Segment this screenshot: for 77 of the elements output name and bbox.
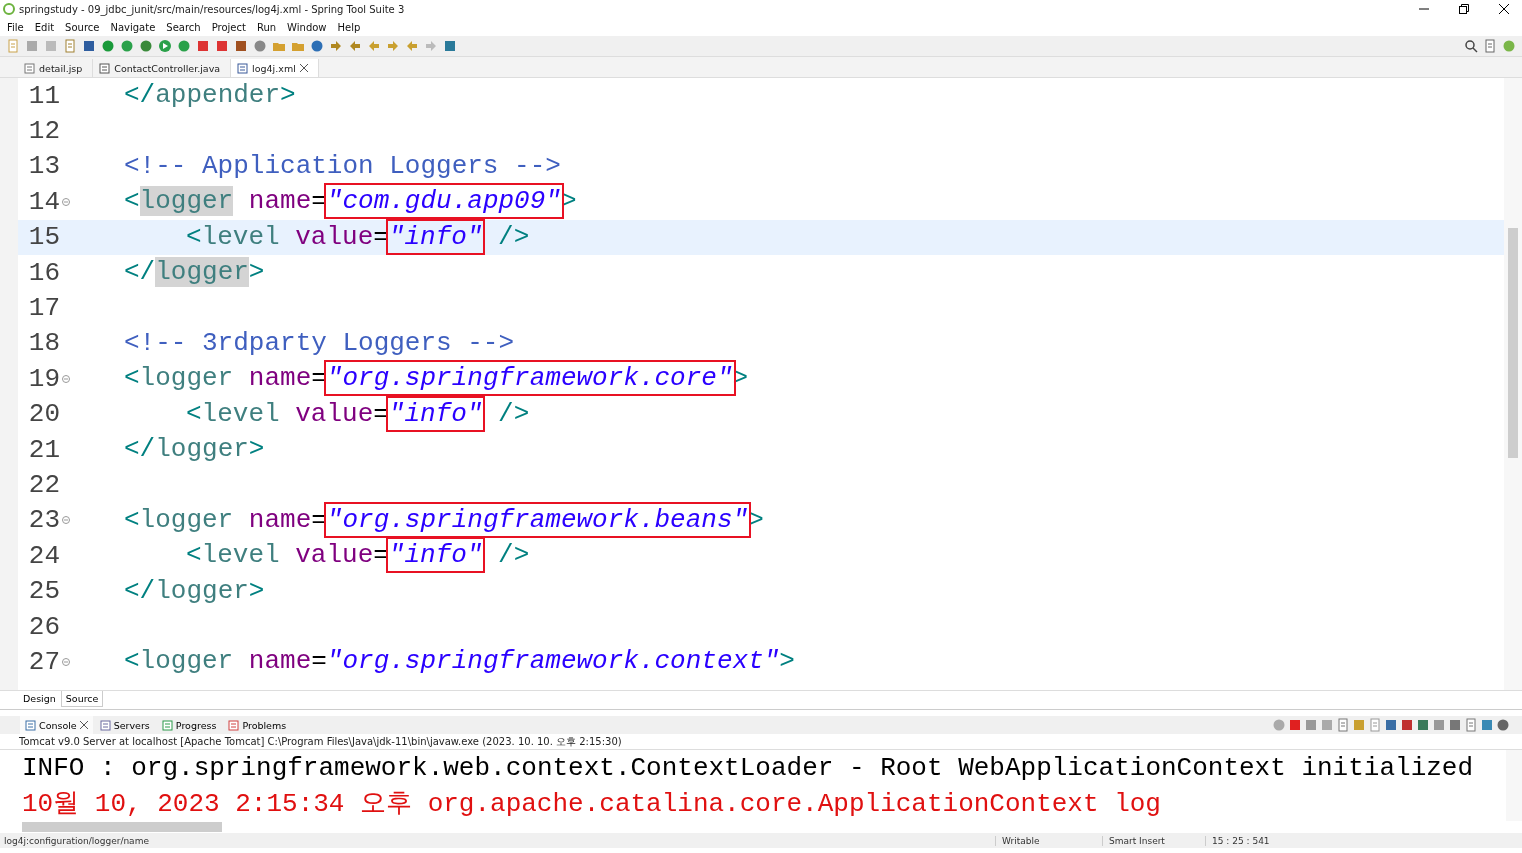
line-number: 22: [27, 470, 60, 500]
fold-icon[interactable]: [62, 197, 70, 206]
save-icon[interactable]: [25, 39, 39, 53]
code-line: </logger>: [123, 256, 266, 290]
process-label: Tomcat v9.0 Server at localhost [Apache Tomcat] C:\Program Files\Java\jdk-11\bin\javaw.exe (2023. 10. 10. 오후 2:15:30): [0, 734, 1522, 750]
console-line: 10월 10, 2023 2:15:34 오후 org.apache.catalina.core.ApplicationContext log: [22, 788, 1162, 821]
arrow-right-icon[interactable]: [424, 39, 438, 53]
view-tab[interactable]: Source: [60, 691, 104, 707]
code-line: </logger>: [123, 574, 266, 608]
stop-icon[interactable]: [196, 39, 210, 53]
status-mode: Writable: [995, 835, 1102, 846]
close-icon[interactable]: [79, 721, 88, 729]
window-title: springstudy - 09_jdbc_junit/src/main/resources/log4j.xml - Spring Tool Suite 3: [19, 3, 406, 15]
console-tab[interactable]: Servers: [94, 716, 155, 734]
search-icon[interactable]: [1464, 39, 1478, 53]
console-tab[interactable]: Problems: [223, 716, 292, 734]
code-line: <!-- Application Loggers -->: [123, 149, 562, 183]
menu-item[interactable]: Search: [161, 21, 206, 33]
close-icon: [1499, 4, 1509, 14]
console-line: INFO : org.springframework.web.context.ContextLoader - Root WebApplicationContext initialized: [22, 752, 1475, 785]
line-number: 14: [27, 186, 60, 217]
line-number: 11: [27, 80, 60, 111]
run-icon[interactable]: [158, 39, 172, 53]
scrollbar[interactable]: [22, 822, 222, 832]
line-number: 25: [27, 576, 60, 607]
status-position: 15 : 25 : 541: [1205, 835, 1302, 846]
scrollbar[interactable]: [1506, 750, 1522, 821]
menu-item[interactable]: Help: [332, 21, 366, 33]
line-number: 17: [27, 293, 60, 324]
code-line: <logger name="org.springframework.context">: [123, 645, 796, 679]
status-insert: Smart Insert: [1102, 835, 1205, 846]
problems-icon: [228, 719, 240, 731]
code-line: </logger>: [123, 433, 266, 467]
back-icon[interactable]: [367, 39, 381, 53]
code-line: </appender>: [123, 79, 297, 113]
line-number: 12: [27, 116, 60, 147]
xml-file-icon: [237, 62, 249, 74]
status-path: log4j:configuration/logger/name: [4, 835, 150, 846]
new-file-icon[interactable]: [6, 39, 20, 53]
menu-item[interactable]: Run: [251, 21, 282, 33]
line-number: 15: [27, 222, 60, 253]
line-number: 20: [27, 399, 60, 430]
menu-item[interactable]: Edit: [29, 21, 60, 33]
line-number: 21: [27, 434, 60, 465]
menu-item[interactable]: Window: [282, 21, 332, 33]
save-all-icon[interactable]: [44, 39, 58, 53]
close-icon[interactable]: [299, 64, 308, 72]
view-tab[interactable]: Design: [18, 691, 61, 707]
fold-icon[interactable]: [62, 374, 70, 383]
line-number: 18: [27, 328, 60, 359]
console-icon: [25, 719, 36, 731]
editor-tab[interactable]: detail.jsp: [18, 59, 94, 77]
fold-icon[interactable]: [62, 516, 70, 525]
stop-icon[interactable]: [1288, 718, 1302, 732]
fold-icon[interactable]: [62, 657, 70, 666]
line-number: 24: [27, 540, 60, 571]
line-number: 19: [27, 363, 60, 394]
servers-icon: [99, 719, 111, 731]
restore-icon: [1459, 4, 1469, 14]
forward-icon[interactable]: [386, 39, 400, 53]
editor-tab[interactable]: log4j.xml: [231, 59, 319, 77]
menu-item[interactable]: Navigate: [105, 21, 161, 33]
progress-icon: [161, 719, 173, 731]
console-tab[interactable]: Console: [20, 716, 93, 734]
line-number: 26: [27, 611, 60, 642]
line-number: 27: [27, 646, 60, 677]
menu-item[interactable]: Source: [60, 21, 105, 33]
line-number: 13: [27, 151, 60, 182]
console-tab[interactable]: Progress: [156, 716, 222, 734]
line-number: 16: [27, 257, 60, 288]
line-number: 23: [27, 505, 60, 536]
arrow-left-icon[interactable]: [405, 39, 419, 53]
scrollbar[interactable]: [1504, 78, 1522, 690]
menu-item[interactable]: Project: [206, 21, 251, 33]
menu-item[interactable]: File: [2, 21, 29, 33]
app-logo-icon: [3, 3, 15, 15]
code-line: <!-- 3rdparty Loggers -->: [123, 326, 516, 360]
